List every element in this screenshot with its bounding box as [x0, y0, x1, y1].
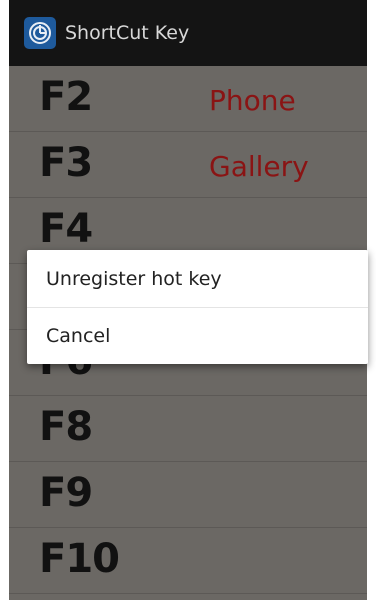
shortcut-row-f9[interactable]: F9: [9, 462, 367, 528]
assigned-app-label: Gallery: [209, 150, 309, 183]
app-logo-icon: [24, 17, 56, 49]
app-bar: ShortCut Key: [9, 0, 367, 66]
app-title: ShortCut Key: [65, 22, 190, 44]
key-label: F8: [39, 404, 93, 450]
context-menu-dialog: Unregister hot key Cancel: [27, 250, 368, 364]
assigned-app-label: Phone: [209, 84, 296, 117]
shortcut-row-f8[interactable]: F8: [9, 396, 367, 462]
key-label: F2: [39, 74, 93, 120]
shortcut-row-f2[interactable]: F2 Phone: [9, 66, 367, 132]
key-label: F3: [39, 140, 93, 186]
key-label: F9: [39, 470, 93, 516]
cancel-option[interactable]: Cancel: [27, 307, 368, 364]
shortcut-row-f3[interactable]: F3 Gallery: [9, 132, 367, 198]
key-label: F10: [39, 536, 120, 582]
key-label: F4: [39, 206, 93, 252]
screen: ShortCut Key F2 Phone F3 Gallery F4 F5 F…: [0, 0, 376, 600]
unregister-hot-key-option[interactable]: Unregister hot key: [27, 250, 368, 307]
shortcut-row-f10[interactable]: F10: [9, 528, 367, 594]
